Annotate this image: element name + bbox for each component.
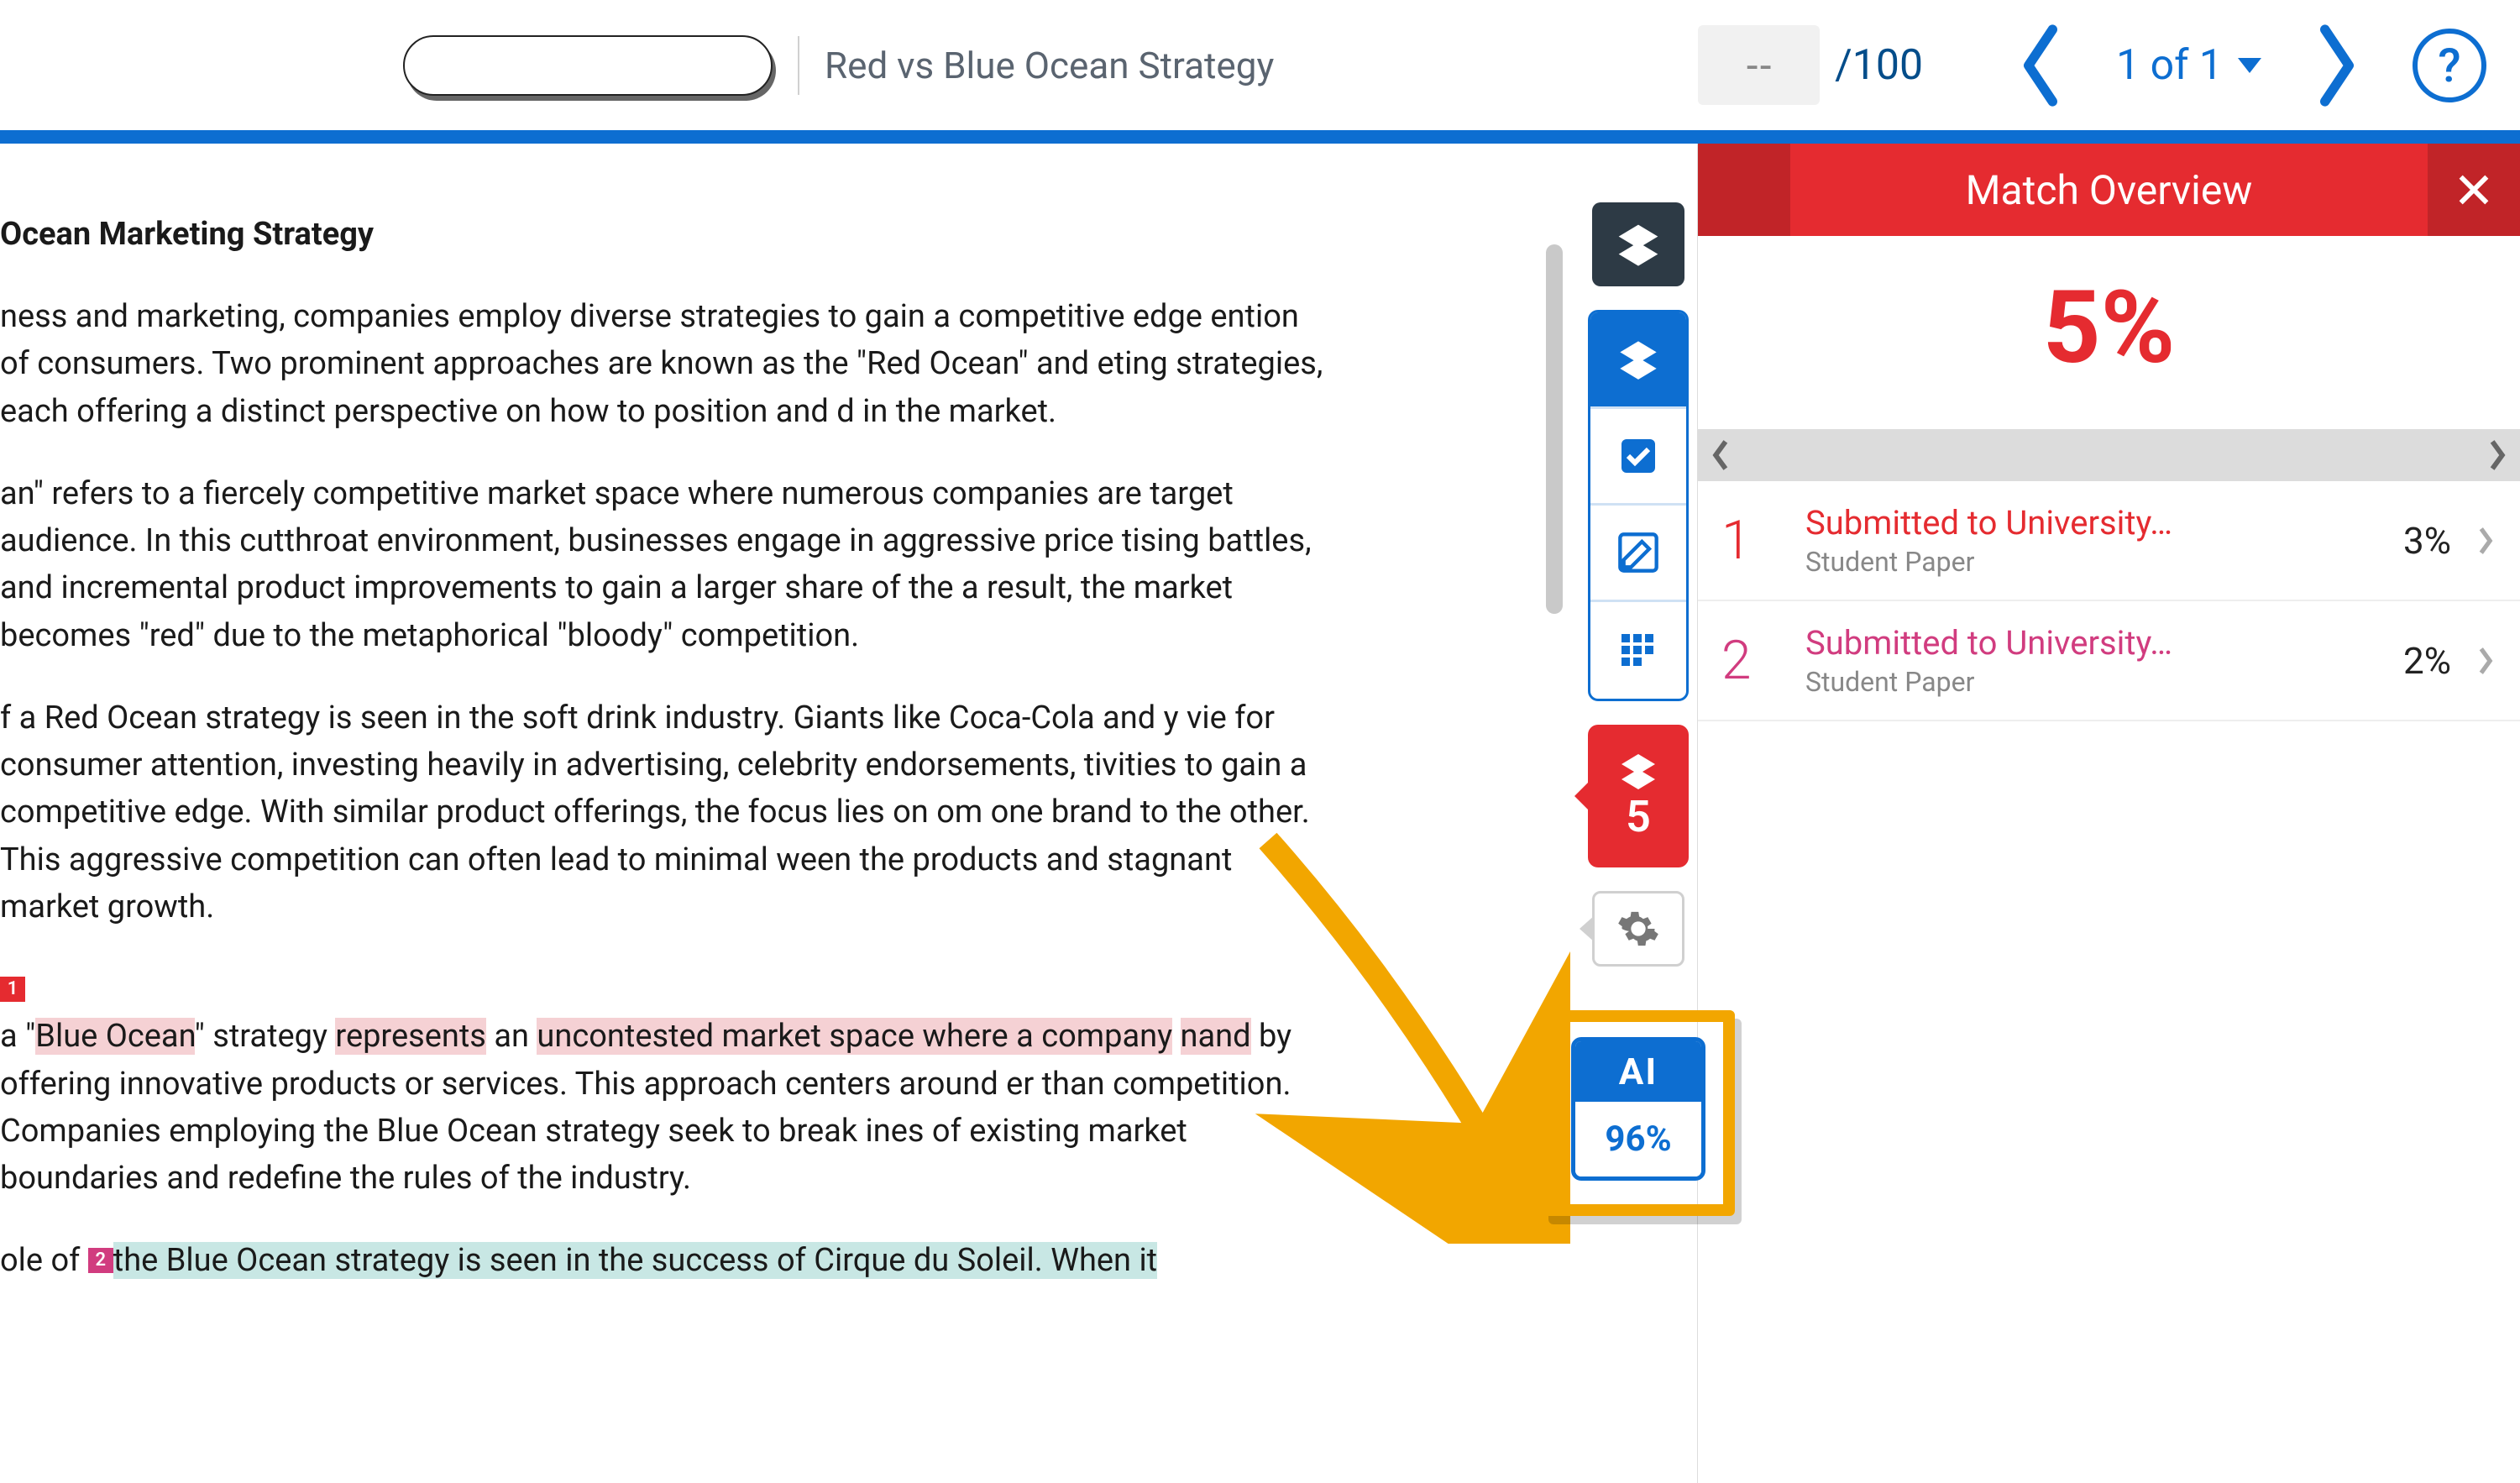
ai-percentage: 96% bbox=[1575, 1102, 1701, 1176]
student-name-pill[interactable] bbox=[403, 35, 773, 96]
grid-icon bbox=[1618, 631, 1658, 671]
chevron-right-icon bbox=[2485, 437, 2510, 474]
grade-max-label: /100 bbox=[1835, 41, 1923, 90]
doc-paragraph: f a Red Ocean strategy is seen in the so… bbox=[0, 694, 1335, 930]
match-nav-row bbox=[1698, 429, 2520, 481]
scrollbar[interactable] bbox=[1546, 244, 1563, 614]
caret-down-icon bbox=[2238, 58, 2261, 73]
highlight[interactable]: the Blue Ocean strategy is seen in the s… bbox=[113, 1242, 1157, 1279]
layers-icon bbox=[1618, 751, 1658, 791]
grade-input[interactable] bbox=[1698, 25, 1820, 105]
help-button[interactable]: ? bbox=[2413, 29, 2486, 102]
settings-button[interactable] bbox=[1592, 891, 1684, 967]
flag-button[interactable] bbox=[1590, 409, 1686, 506]
divider bbox=[798, 36, 799, 95]
grid-button[interactable] bbox=[1590, 602, 1686, 699]
match-item[interactable]: 2 Submitted to University… Student Paper… bbox=[1698, 601, 2520, 721]
match-percentage: 2% bbox=[2403, 639, 2451, 683]
close-icon bbox=[2455, 170, 2493, 209]
pencil-square-icon bbox=[1616, 531, 1660, 574]
doc-heading: Ocean Marketing Strategy bbox=[0, 216, 374, 253]
view-group bbox=[1588, 310, 1689, 701]
match-source-title: Submitted to University… bbox=[1805, 623, 2403, 663]
panel-header-spacer bbox=[1698, 144, 1790, 236]
highlight[interactable]: nand bbox=[1181, 1018, 1251, 1055]
match-number: 2 bbox=[1721, 629, 1789, 692]
document-viewer: Ocean Marketing Strategy ness and market… bbox=[0, 144, 1580, 1483]
panel-title: Match Overview bbox=[1790, 144, 2428, 236]
similarity-button[interactable]: 5 bbox=[1588, 725, 1689, 867]
close-panel-button[interactable] bbox=[2428, 144, 2520, 236]
ai-indicator-button[interactable]: AI 96% bbox=[1571, 1037, 1705, 1181]
doc-paragraph: 1 a "Blue Ocean" strategy represents an … bbox=[0, 966, 1335, 1202]
ai-indicator-callout: AI 96% bbox=[1542, 1010, 1735, 1216]
layers-button[interactable] bbox=[1592, 202, 1684, 286]
check-icon bbox=[1618, 436, 1658, 476]
match-list: 1 Submitted to University… Student Paper… bbox=[1698, 481, 2520, 721]
highlight[interactable]: Blue Ocean bbox=[35, 1018, 194, 1055]
gear-icon bbox=[1616, 907, 1660, 951]
match-percentage: 3% bbox=[2403, 519, 2451, 563]
ai-label: AI bbox=[1575, 1041, 1701, 1102]
similarity-value: 5 bbox=[1626, 791, 1651, 842]
match-overview-panel: Match Overview 5% 1 Submitted to Univers… bbox=[1697, 144, 2520, 1483]
chevron-right-icon bbox=[2475, 523, 2496, 558]
highlight[interactable]: uncontested market space where a company bbox=[537, 1018, 1172, 1055]
next-match-button[interactable] bbox=[2485, 437, 2510, 474]
match-source-title: Submitted to University… bbox=[1805, 503, 2403, 542]
overall-similarity: 5% bbox=[1698, 236, 2520, 429]
match-badge-2[interactable]: 2 bbox=[88, 1248, 113, 1273]
match-badge-1[interactable]: 1 bbox=[0, 977, 25, 1002]
match-source-type: Student Paper bbox=[1805, 666, 2403, 698]
page-label-text: 1 of 1 bbox=[2116, 41, 2223, 90]
layers-icon bbox=[1615, 221, 1662, 268]
layers-icon bbox=[1616, 338, 1660, 381]
document-title: Red vs Blue Ocean Strategy bbox=[825, 44, 1274, 87]
doc-paragraph: ole of 2the Blue Ocean strategy is seen … bbox=[0, 1237, 1335, 1284]
match-number: 1 bbox=[1721, 509, 1789, 572]
accent-strip bbox=[0, 130, 2520, 144]
match-source-type: Student Paper bbox=[1805, 546, 2403, 578]
prev-match-button[interactable] bbox=[1708, 437, 1733, 474]
match-item[interactable]: 1 Submitted to University… Student Paper… bbox=[1698, 481, 2520, 601]
chevron-left-icon bbox=[1708, 437, 1733, 474]
highlight[interactable]: represents bbox=[335, 1018, 485, 1055]
tool-rail: 5 AI 96% bbox=[1580, 144, 1697, 1483]
doc-paragraph: an" refers to a fiercely competitive mar… bbox=[0, 470, 1335, 659]
chevron-right-icon bbox=[2475, 643, 2496, 679]
doc-paragraph: ness and marketing, companies employ div… bbox=[0, 293, 1335, 435]
overview-layers-button[interactable] bbox=[1590, 312, 1686, 409]
top-bar: Red vs Blue Ocean Strategy /100 1 of 1 ? bbox=[0, 0, 2520, 130]
page-indicator[interactable]: 1 of 1 bbox=[2116, 41, 2261, 90]
edit-button[interactable] bbox=[1590, 506, 1686, 602]
prev-page-button[interactable] bbox=[2015, 24, 2066, 107]
next-page-button[interactable] bbox=[2312, 24, 2362, 107]
